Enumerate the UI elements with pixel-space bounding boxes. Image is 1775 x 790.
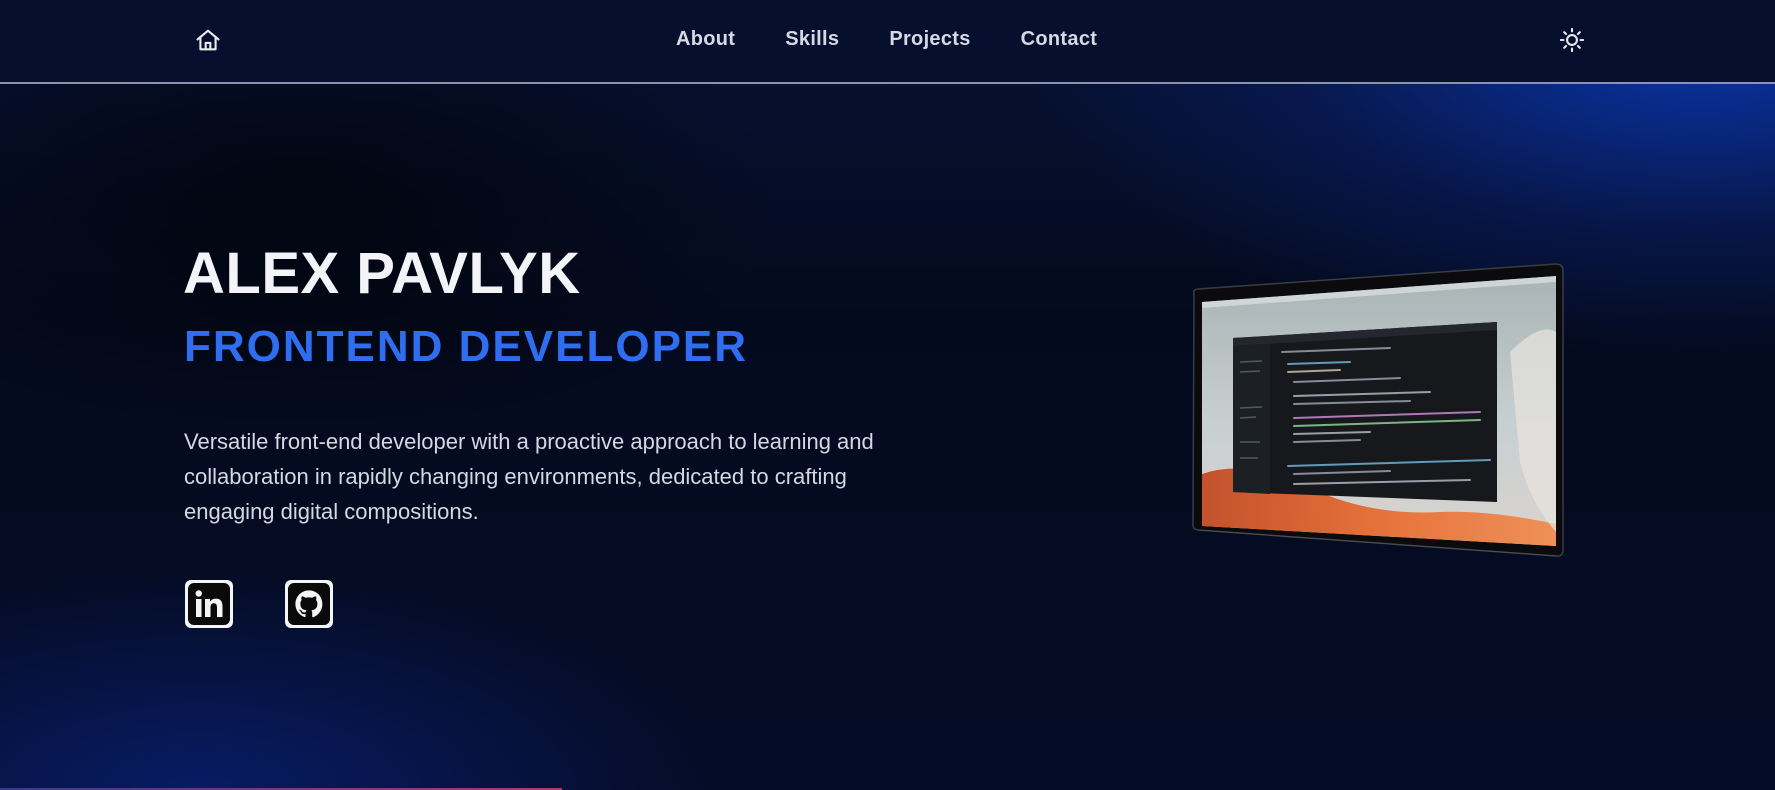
hero-name: ALEX PAVLYK [183,241,581,306]
hero-description: Versatile front-end developer with a pro… [184,429,874,524]
hero-role: FRONTEND DEVELOPER [184,322,749,371]
linkedin-link[interactable] [185,580,233,628]
nav-links: About Skills Projects Contact [676,28,1097,51]
nav-link-contact[interactable]: Contact [1021,28,1098,51]
sun-icon [1559,27,1585,53]
home-icon [196,29,220,51]
nav-link-skills[interactable]: Skills [785,28,839,51]
nav-link-about[interactable]: About [676,28,735,51]
top-navbar: About Skills Projects Contact [0,0,1775,84]
github-link[interactable] [285,580,333,628]
nav-link-projects[interactable]: Projects [889,28,970,51]
github-icon [288,583,330,625]
laptop-mockup-image [1190,262,1566,560]
home-button[interactable] [193,25,223,55]
linkedin-icon [188,583,230,625]
theme-toggle-button[interactable] [1557,25,1587,55]
